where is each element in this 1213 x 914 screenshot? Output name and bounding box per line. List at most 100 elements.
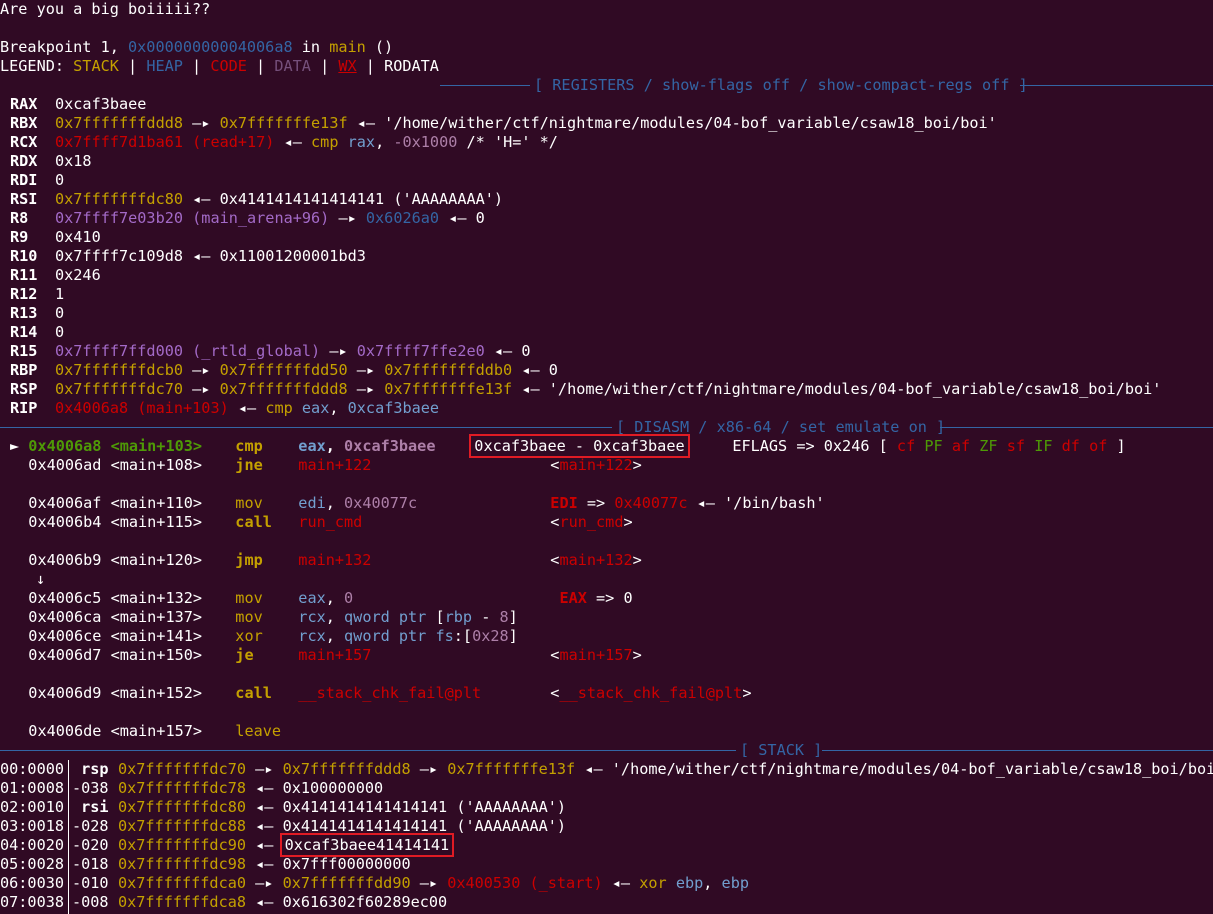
value-segment: ebp [675, 874, 704, 892]
register-row: RBX 0x7fffffffddd8 —▸ 0x7fffffffe13f ◂— '… [10, 114, 997, 133]
value-segment: main+157 [559, 646, 633, 664]
value-segment: df [1061, 437, 1080, 455]
value-segment: , [325, 608, 345, 626]
value-segment: —▸ [347, 380, 385, 398]
register-name: RDX [10, 152, 38, 170]
value-segment: ] [508, 608, 518, 626]
value-segment: edi [298, 494, 326, 512]
instruction-mnemonic: jne [235, 456, 263, 474]
value-segment [970, 437, 979, 455]
instruction-annotation: <run_cmd> [550, 513, 632, 531]
disasm-row: 0x4006c5 <main+132> mov eax, 0 EAX => 0 [10, 589, 633, 608]
register-row: R11 0x246 [10, 266, 101, 285]
instruction-annotation: <main+132> [550, 551, 641, 569]
gutter [10, 608, 28, 626]
value-segment: , [325, 437, 345, 455]
instruction-mnemonic: mov [235, 494, 263, 512]
register-row: R13 0 [10, 304, 64, 323]
stack-offset: -028 [72, 817, 109, 835]
value-segment: 0xcaf3baee [344, 437, 436, 455]
stack-row: 04:0020 -020 0x7fffffffdc90 ◂— 0xcaf3baee4… [0, 833, 455, 857]
register-row: RDI 0 [10, 171, 64, 190]
value-segment: , [325, 627, 345, 645]
value-segment: => 0 [586, 589, 633, 607]
register-name: RCX [10, 133, 38, 151]
instruction-address: 0x4006b4 <main+115> [28, 513, 203, 531]
value-segment: ◂— '/home/wither/ctf/nightmare/modules/0… [512, 380, 1162, 398]
instruction-address: 0x4006d9 <main+152> [28, 684, 203, 702]
gutter [10, 589, 28, 607]
value-segment: 0x410 [55, 228, 101, 246]
disasm-row: 0x4006af <main+110> mov edi, 0x40077c EDI =… [10, 494, 825, 513]
value-segment: 0x7fffffffdc70 [118, 760, 247, 778]
register-name: R14 [10, 323, 38, 341]
stack-index: 03:0018 [0, 817, 65, 835]
value-segment: > [632, 646, 642, 664]
stack-offset: -008 [72, 893, 109, 911]
register-name: R8 [10, 209, 29, 227]
stack-index: 04:0020 [0, 836, 65, 854]
instruction-mnemonic: leave [235, 722, 282, 740]
instruction-mnemonic: je [235, 646, 254, 664]
register-name: RIP [10, 399, 38, 417]
disasm-row: 0x4006b4 <main+115> call run_cmd <run_cmd> [10, 513, 632, 532]
value-segment: main+157 [298, 646, 372, 664]
gutter [10, 627, 28, 645]
value-segment: ◂— 0x4141414141414141 ('AAAAAAAA') [246, 817, 567, 835]
register-name: R13 [10, 304, 38, 322]
value-segment: 0 [55, 304, 65, 322]
register-row: RAX 0xcaf3baee [10, 95, 146, 114]
value-segment: ◂— '/bin/bash' [687, 494, 825, 512]
disasm-row: 0x4006ad <main+108> jne main+122 <main+122> [10, 456, 641, 475]
value-segment: ] [1107, 437, 1126, 455]
value-segment: —▸ [410, 874, 448, 892]
instruction-operands: rcx, qword ptr [rbp - 8] [298, 608, 550, 627]
value-segment [998, 437, 1007, 455]
stack-row: 00:0000 rsp 0x7fffffffdc70 —▸ 0x7fffffffd… [0, 760, 1213, 779]
value-segment: ] [508, 627, 518, 645]
register-name: RBX [10, 114, 38, 132]
stack-index: 07:0038 [0, 893, 65, 911]
stack-row: 01:0008 -038 0x7fffffffdc78 ◂— 0x100000000 [0, 779, 383, 798]
value-segment: qword ptr [344, 627, 427, 645]
value-segment: main+132 [298, 551, 372, 569]
instruction-mnemonic: call [235, 513, 272, 531]
value-segment: ◂— [602, 874, 640, 892]
value-segment: ◂— 0x4141414141414141 ('AAAAAAAA') [183, 190, 504, 208]
value-segment: —▸ [410, 760, 448, 778]
terminal-window[interactable]: Are you a big boiiiii?? Breakpoint 1, 0x… [0, 0, 1213, 914]
breakpoint-function: main [329, 38, 366, 56]
highlighted-value: 0xcaf3baee41414141 [279, 833, 455, 857]
instruction-operands: eax, 0xcaf3baee [298, 437, 472, 456]
value-segment: ZF [979, 437, 998, 455]
value-segment: 0 [55, 323, 65, 341]
value-segment: of [1089, 437, 1108, 455]
value-segment: ◂— 0x4141414141414141 ('AAAAAAAA') [246, 798, 567, 816]
value-segment: rax [347, 133, 376, 151]
instruction-address: 0x4006d7 <main+150> [28, 646, 203, 664]
disasm-title: [ DISASM / x86-64 / set emulate on ] [616, 418, 946, 436]
stack-index: 00:0000 [0, 760, 65, 778]
value-segment: qword ptr [344, 608, 427, 626]
value-segment: —▸ [183, 361, 220, 379]
instruction-mnemonic: cmp [235, 437, 263, 455]
value-segment: 0x7ffff7e03b20 (main_arena+96) [55, 209, 330, 227]
value-segment [667, 874, 676, 892]
instruction-operands: rcx, qword ptr fs:[0x28] [298, 627, 550, 646]
disasm-row: ↓ [36, 570, 45, 589]
value-segment: ◂— [228, 399, 266, 417]
register-row: R12 1 [10, 285, 64, 304]
stack-index: 05:0028 [0, 855, 65, 873]
value-segment: —▸ [320, 342, 357, 360]
value-segment: 0x7fffffffdd90 [282, 874, 411, 892]
value-segment: 0x7fffffffe13f [447, 760, 576, 778]
value-segment: 0xcaf3baee [55, 95, 147, 113]
stack-row: 03:0018 -028 0x7fffffffdc88 ◂— 0x414141414… [0, 817, 566, 836]
value-segment: 0x6026a0 [365, 209, 440, 227]
value-segment: ◂— 0 [484, 342, 531, 360]
value-segment: [ [426, 608, 445, 626]
value-segment: eax [298, 437, 326, 455]
gutter [10, 513, 28, 531]
value-segment: rcx [298, 608, 326, 626]
value-segment [1025, 437, 1034, 455]
